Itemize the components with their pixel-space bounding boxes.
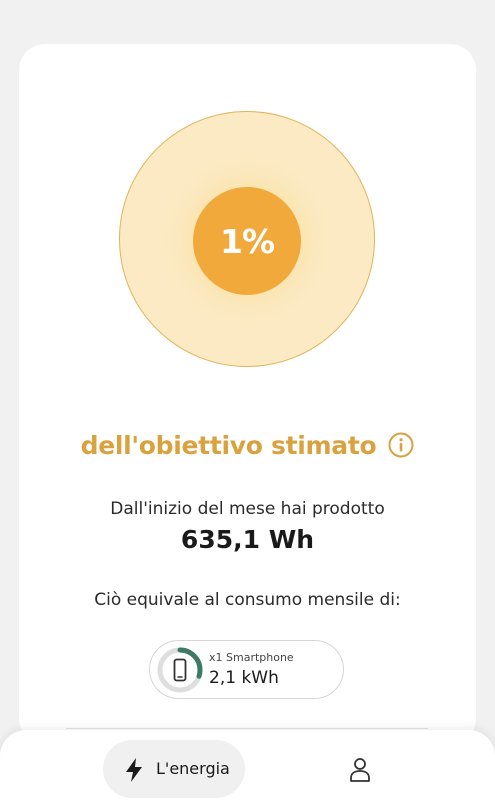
smartphone-icon [173,658,187,682]
bottom-navigation: L'energia [0,730,495,800]
device-count-label: x1 Smartphone [209,651,294,664]
equivalence-description: Ciò equivale al consumo mensile di: [94,590,401,610]
info-circle-icon[interactable] [388,432,414,458]
device-consumption-gauge [157,647,203,693]
nav-item-profile[interactable] [344,754,376,786]
production-value: 635,1 Wh [180,525,315,554]
goal-label: dell'obiettivo stimato [80,430,377,460]
device-energy-value: 2,1 kWh [209,668,279,688]
goal-label-row: dell'obiettivo stimato [0,427,495,463]
nav-item-energy-label: L'energia [156,759,230,778]
goal-percent: 1% [219,221,275,261]
goal-progress-circle: 1% [193,187,301,295]
device-equivalent-card[interactable]: x1 Smartphone 2,1 kWh [149,640,344,699]
user-icon [350,758,370,782]
content-divider [66,728,428,729]
production-description: Dall'inizio del mese hai prodotto [110,499,385,519]
nav-item-energy[interactable]: L'energia [103,740,245,798]
lightning-bolt-icon [126,758,142,782]
